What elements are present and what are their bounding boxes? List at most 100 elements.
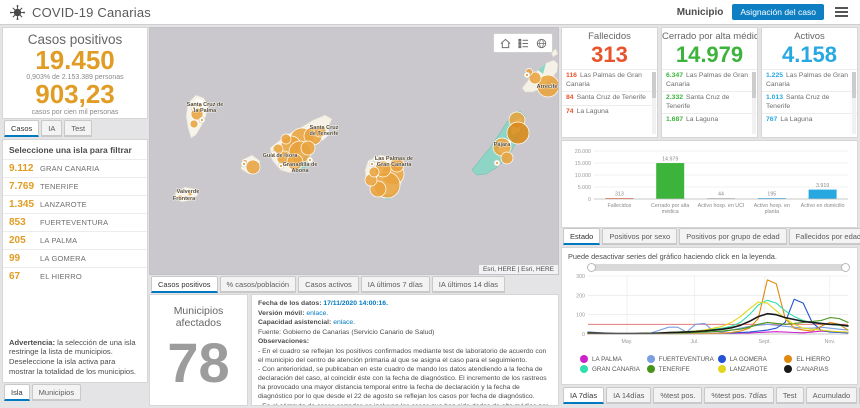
status-tab-positivos-por-sexo[interactable]: Positivos por sexo: [602, 228, 678, 245]
range-handle-right[interactable]: [841, 263, 850, 272]
legend-item-tenerife[interactable]: TENERIFE: [646, 365, 714, 373]
map-tab-casos-activos[interactable]: Casos activos: [298, 276, 359, 293]
stat-row-municipality: Santa Cruz de Tenerife: [576, 94, 646, 102]
legend-item-la-palma[interactable]: LA PALMA: [580, 355, 643, 363]
legend-item-lanzarote[interactable]: LANZAROTE: [717, 365, 781, 373]
bar-cerrado-por-alta-médica[interactable]: [656, 163, 685, 199]
map-label-frontera: Frontera: [173, 196, 196, 202]
stat-row-la-laguna[interactable]: 767 La Laguna: [762, 113, 857, 126]
map-toolbar: [493, 33, 553, 53]
legend-icon[interactable]: [515, 36, 531, 50]
legend-item-canarias[interactable]: CANARIAS: [784, 365, 847, 373]
dashboard: COVID-19 Canarias Municipio Asignación d…: [0, 0, 860, 408]
stat-row-santa-cruz-de-tenerife[interactable]: 1.013 Santa Cruz de Tenerife: [762, 91, 857, 113]
stat-row-la-laguna[interactable]: 74 La Laguna: [562, 104, 657, 118]
municipalities-count: 78: [167, 331, 230, 394]
basemap-icon[interactable]: [533, 36, 549, 50]
island-row-la-gomera[interactable]: 99 LA GOMERA: [3, 249, 147, 267]
stat-row-municipality: La Laguna: [780, 116, 813, 124]
svg-text:Activo en domicilio: Activo en domicilio: [801, 203, 845, 209]
map-label-santa-cruz-de-tenerife: Santa Cruz de Tenerife: [310, 125, 339, 137]
trend-tab-acumulado[interactable]: Acumulado: [805, 387, 858, 404]
stat-row-santa-cruz-de-tenerife[interactable]: 2.332 Santa Cruz de Tenerife: [662, 91, 757, 113]
island-row-lanzarote[interactable]: 1.345 LANZAROTE: [3, 195, 147, 213]
metric-tab-ia[interactable]: IA: [41, 120, 63, 137]
legend-dot: [717, 365, 726, 373]
status-tab-estado[interactable]: Estado: [563, 228, 601, 245]
stat-row-las-palmas-de-gran-canaria[interactable]: 1.225 Las Palmas de Gran Canaria: [762, 69, 857, 91]
stat-row-municipality: La Laguna: [686, 116, 719, 124]
stat-row-las-palmas-de-gran-canaria[interactable]: 116 Las Palmas de Gran Canaria: [562, 69, 657, 91]
stat-card-scrollbar[interactable]: [752, 72, 756, 134]
metric-tab-casos[interactable]: Casos: [4, 120, 40, 137]
observations-list: - En el cuadro se reflejan los positivos…: [258, 347, 552, 405]
stat-row-count: 116: [566, 72, 577, 80]
stat-card-scrollbar[interactable]: [652, 72, 656, 134]
range-handle-left[interactable]: [587, 263, 596, 272]
map-tab-%-casos-población[interactable]: % casos/población: [219, 276, 297, 293]
header: COVID-19 Canarias Municipio Asignación d…: [0, 0, 860, 25]
island-count: 1.345: [9, 199, 35, 210]
legend-label: FUERTEVENTURA: [658, 355, 714, 363]
capacity-link[interactable]: enlace.: [333, 319, 355, 326]
metric-tab-test[interactable]: Test: [64, 120, 93, 137]
stat-row-las-palmas-de-gran-canaria[interactable]: 6.347 Las Palmas de Gran Canaria: [662, 69, 757, 91]
trend-tab-%test-pos-7días[interactable]: %test pos. 7días: [704, 387, 774, 404]
status-tab-positivos-por-grupo-de-edad[interactable]: Positivos por grupo de edad: [679, 228, 787, 245]
stat-card-scrollbar[interactable]: [852, 72, 856, 134]
island-row-fuerteventura[interactable]: 853 FUERTEVENTURA: [3, 213, 147, 231]
bar-activo-en-domicilio[interactable]: [808, 189, 837, 199]
trend-tab-test[interactable]: Test: [775, 387, 804, 404]
municipalities-title: Municipios afectados: [173, 305, 224, 329]
island-row-el-hierro[interactable]: 67 EL HIERRO: [3, 267, 147, 285]
trend-line-chart: 0 100 200 300 May. Jul. Sept. Nov.: [576, 274, 849, 345]
legend-item-el-hierro[interactable]: EL HIERRO: [784, 355, 847, 363]
trend-tab-ia-14días[interactable]: IA 14días: [606, 387, 652, 404]
map[interactable]: Santa Cruz de la Palma Valverde Frontera Guí…: [149, 27, 559, 275]
legend-item-fuerteventura[interactable]: FUERTEVENTURA: [646, 355, 714, 363]
legend-item-la-gomera[interactable]: LA GOMERA: [717, 355, 781, 363]
mobile-link[interactable]: enlace.: [306, 310, 328, 317]
home-icon[interactable]: [497, 36, 513, 50]
island-label: TENERIFE: [40, 182, 79, 191]
island-row-la-palma[interactable]: 205 LA PALMA: [3, 231, 147, 249]
menu-icon[interactable]: [833, 5, 850, 19]
trend-chart-tabs: IA 7días IA 14días %test pos. %test pos. 7d…: [561, 387, 860, 404]
island-row-tenerife[interactable]: 7.769 TENERIFE: [3, 177, 147, 195]
map-tab-casos-positivos[interactable]: Casos positivos: [151, 276, 218, 293]
stat-card-list: 1.225 Las Palmas de Gran Canaria 1.013 Sant…: [762, 69, 857, 126]
stat-row-count: 1.225: [766, 72, 784, 80]
legend-hint: Puede desactivar series del gráfico haci…: [568, 252, 777, 261]
status-tab-fallecidos-por-edad-y-sexo[interactable]: Fallecidos por edad y sexo: [788, 228, 860, 245]
observations-title: Observaciones:: [258, 338, 309, 346]
range-bar[interactable]: [588, 264, 849, 271]
map-canvas: Santa Cruz de la PalmaValverdeFronteraGuí…: [172, 48, 558, 203]
map-tab-ia-últimos-14-días[interactable]: IA últimos 14 días: [431, 276, 505, 293]
assign-case-button[interactable]: Asignación del caso: [732, 4, 824, 20]
stat-row-la-laguna[interactable]: 1.687 La Laguna: [662, 113, 757, 126]
stat-card-value: 14.979: [675, 42, 744, 67]
map-attribution: Esri, HERE | Esri, HERE: [478, 265, 558, 274]
filter-tab-municipios[interactable]: Municipios: [31, 384, 82, 401]
date-label: Fecha de los datos:: [258, 300, 322, 307]
island-label: LANZAROTE: [40, 200, 87, 209]
mobile-label: Versión móvil:: [258, 309, 305, 317]
data-timestamp: 17/11/2020 14:00:16.: [323, 300, 388, 307]
trend-tab-%test-pos[interactable]: %test pos.: [653, 387, 703, 404]
island-row-gran-canaria[interactable]: 9.112 GRAN CANARIA: [3, 159, 147, 177]
filter-tab-isla[interactable]: Isla: [4, 384, 30, 401]
svg-text:14.979: 14.979: [662, 157, 678, 163]
island-label: LA PALMA: [40, 236, 78, 245]
time-range-slider[interactable]: [587, 263, 850, 272]
island-count: 99: [9, 253, 21, 264]
map-label-arrecife: Arrecife: [537, 84, 558, 90]
svg-text:Sept.: Sept.: [759, 339, 771, 345]
map-tab-ia-últimos-7-días[interactable]: IA últimos 7 días: [360, 276, 430, 293]
trend-tab-ia-7días[interactable]: IA 7días: [563, 387, 605, 404]
warning-bold: Advertencia:: [9, 337, 56, 347]
island-label: LA GOMERA: [40, 254, 86, 263]
islands-filter-title: Seleccione una isla para filtrar: [9, 145, 132, 155]
legend-item-gran-canaria[interactable]: GRAN CANARIA: [580, 365, 643, 373]
stat-row-santa-cruz-de-tenerife[interactable]: 84 Santa Cruz de Tenerife: [562, 91, 657, 104]
municipal-markers: [190, 71, 531, 170]
